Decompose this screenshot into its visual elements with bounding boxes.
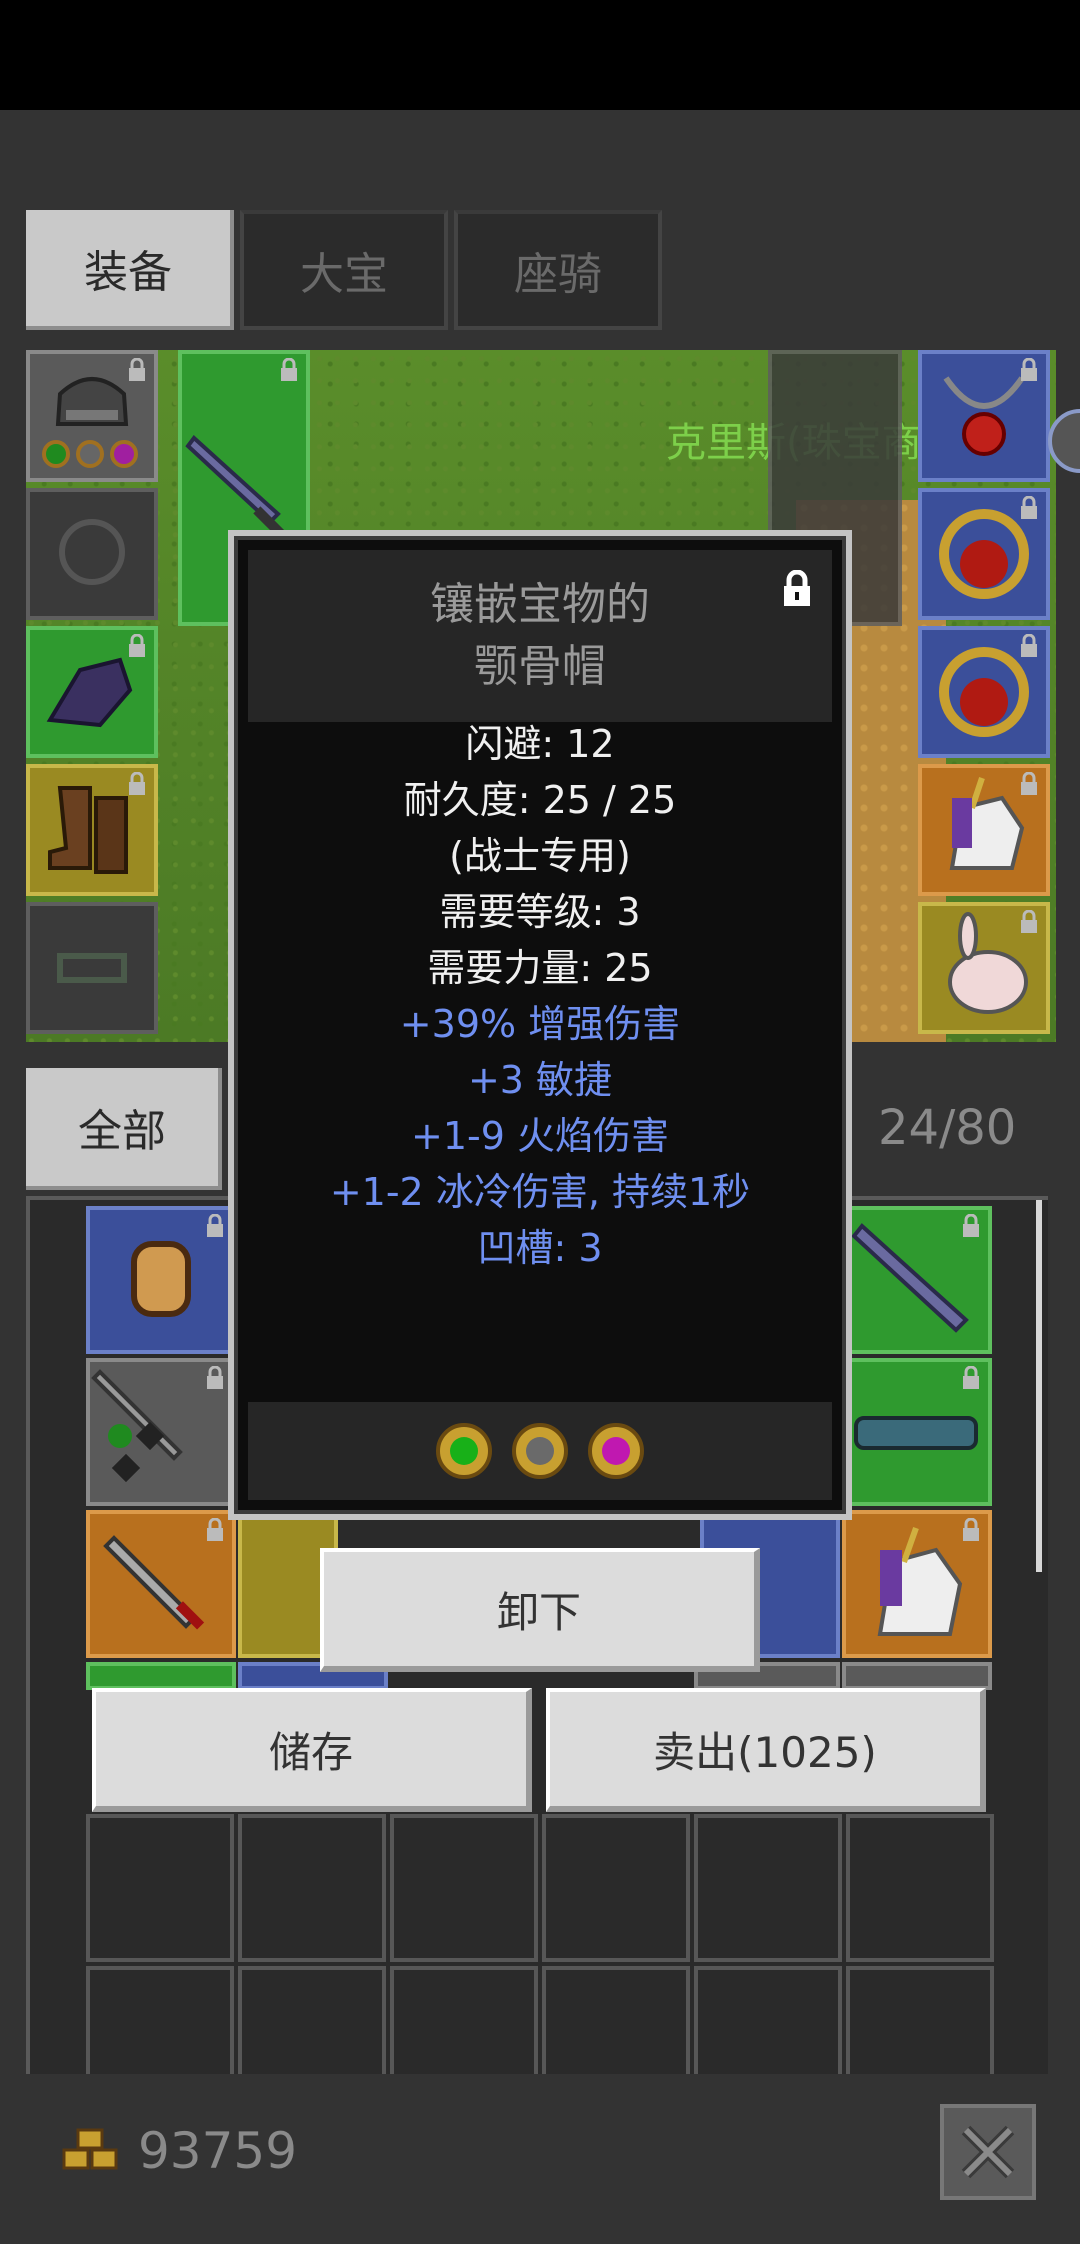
stat-class-restriction: (战士专用)	[449, 834, 631, 878]
item-tooltip: 镶嵌宝物的 颚骨帽 闪避: 12 耐久度: 25 / 25 (战士专用) 需要等…	[228, 530, 852, 1520]
lock-icon	[207, 1366, 223, 1389]
lock-icon	[129, 634, 145, 657]
lock-icon	[281, 358, 297, 381]
lock-icon	[963, 1518, 979, 1541]
gloves-slot[interactable]	[26, 626, 158, 758]
emerald-gem-icon	[436, 1423, 492, 1479]
inventory-slot-empty[interactable]	[238, 1966, 386, 2074]
inventory-slot[interactable]	[86, 1358, 236, 1506]
inventory-slot-empty[interactable]	[238, 1814, 386, 1962]
tab-mount[interactable]: 座骑	[454, 210, 662, 330]
inventory-scrollbar[interactable]	[1036, 1200, 1042, 1572]
stat-dodge: 闪避: 12	[465, 722, 615, 766]
stat-enhanced-damage: +39% 增强伤害	[399, 1002, 681, 1046]
tab-treasure-label: 大宝	[300, 249, 388, 300]
inventory-slot-empty[interactable]	[694, 1814, 842, 1962]
bag-filter-all-tab[interactable]: 全部	[26, 1068, 222, 1190]
inventory-slot-empty[interactable]	[694, 1966, 842, 2074]
bag-filter-label: 全部	[78, 1106, 166, 1157]
lock-icon	[129, 358, 145, 381]
lock-icon	[1021, 910, 1037, 933]
belt-placeholder-icon	[57, 953, 127, 983]
pet-slot-2[interactable]	[918, 902, 1050, 1034]
lock-icon	[129, 772, 145, 795]
inventory-slot-empty[interactable]	[86, 1814, 234, 1962]
inventory-slot[interactable]	[86, 1662, 236, 1690]
bag-capacity: 24/80	[878, 1100, 1017, 1156]
tab-equipment[interactable]: 装备	[26, 210, 234, 330]
inventory-slot[interactable]	[86, 1206, 236, 1354]
store-label: 储存	[268, 1727, 353, 1777]
pet-slot-1[interactable]	[918, 764, 1050, 896]
inventory-slot-empty[interactable]	[390, 1966, 538, 2074]
gold-amount: 93759	[138, 2122, 298, 2180]
ring-slot-2[interactable]	[918, 626, 1050, 758]
amulet-slot-empty[interactable]	[26, 488, 158, 620]
lock-icon	[1021, 358, 1037, 381]
gold-coins-icon	[62, 2128, 118, 2170]
inventory-slot-empty[interactable]	[846, 1966, 994, 2074]
store-button[interactable]: 储存	[92, 1688, 532, 1812]
side-badge-icon[interactable]	[1046, 408, 1080, 474]
tooltip-header: 镶嵌宝物的 颚骨帽	[248, 550, 832, 722]
amethyst-gem-icon	[588, 1423, 644, 1479]
tooltip-stats: 闪避: 12 耐久度: 25 / 25 (战士专用) 需要等级: 3 需要力量:…	[234, 716, 846, 1276]
stat-required-strength: 需要力量: 25	[427, 946, 653, 990]
necklace-slot[interactable]	[918, 350, 1050, 482]
close-icon	[961, 2125, 1015, 2179]
inventory-slot-empty[interactable]	[542, 1966, 690, 2074]
sell-button[interactable]: 卖出(1025)	[546, 1688, 986, 1812]
close-button[interactable]	[940, 2104, 1036, 2200]
stat-fire-damage: +1-9 火焰伤害	[411, 1114, 669, 1158]
skull-gem-icon	[512, 1423, 568, 1479]
inventory-slot-empty[interactable]	[86, 1966, 234, 2074]
inventory-slot-empty[interactable]	[542, 1814, 690, 1962]
lock-icon	[207, 1518, 223, 1541]
stat-dexterity: +3 敏捷	[467, 1058, 613, 1102]
inventory-slot[interactable]	[842, 1510, 992, 1658]
inventory-slot-empty[interactable]	[390, 1814, 538, 1962]
status-bar	[0, 0, 1080, 110]
socketed-gems	[248, 1402, 832, 1500]
lock-icon	[1021, 634, 1037, 657]
boots-slot[interactable]	[26, 764, 158, 896]
stat-required-level: 需要等级: 3	[439, 890, 641, 934]
belt-slot-empty[interactable]	[26, 902, 158, 1034]
lock-icon	[1021, 772, 1037, 795]
lock-icon	[963, 1366, 979, 1389]
unequip-button[interactable]: 卸下	[320, 1548, 760, 1672]
inventory-slot[interactable]	[86, 1510, 236, 1658]
inventory-slot[interactable]	[842, 1358, 992, 1506]
helmet-slot[interactable]	[26, 350, 158, 482]
inventory-slot[interactable]	[842, 1662, 992, 1690]
unequip-label: 卸下	[496, 1587, 581, 1637]
stat-sockets: 凹槽: 3	[477, 1226, 603, 1270]
inventory-slot-empty[interactable]	[846, 1814, 994, 1962]
inventory-slot[interactable]	[842, 1206, 992, 1354]
lock-icon	[207, 1214, 223, 1237]
ring-slot-1[interactable]	[918, 488, 1050, 620]
tab-equipment-label: 装备	[84, 247, 172, 298]
item-name-line1: 镶嵌宝物的	[430, 579, 650, 630]
tab-mount-label: 座骑	[514, 249, 602, 300]
tab-treasure[interactable]: 大宝	[240, 210, 448, 330]
stat-durability: 耐久度: 25 / 25	[403, 778, 677, 822]
sell-label: 卖出(1025)	[653, 1727, 877, 1777]
stat-cold-damage: +1-2 冰冷伤害, 持续1秒	[329, 1170, 751, 1214]
lock-icon	[963, 1214, 979, 1237]
lock-icon	[1021, 496, 1037, 519]
amulet-placeholder-icon	[59, 519, 125, 585]
item-name-line2: 颚骨帽	[474, 641, 606, 692]
lock-icon[interactable]	[780, 570, 814, 608]
